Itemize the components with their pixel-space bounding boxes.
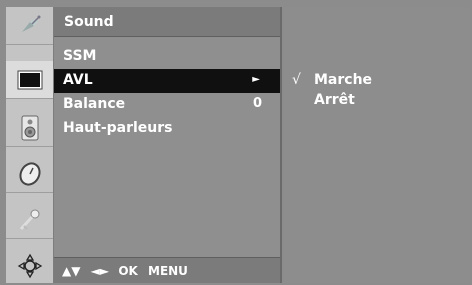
menu-item-balance[interactable]: Balance 0 xyxy=(54,93,280,117)
time-menu-icon-cell[interactable] xyxy=(6,155,53,193)
menu-item-avl[interactable]: AVL ► xyxy=(54,69,280,93)
option-label: Arrêt xyxy=(314,92,355,108)
menu-item-label: AVL xyxy=(63,72,93,88)
sound-menu-icon-cell[interactable] xyxy=(6,109,53,147)
station-menu-icon-cell[interactable] xyxy=(6,7,53,45)
navigation-hint-bar: ▲▼ ◄► OK MENU xyxy=(54,257,280,283)
up-down-arrows-icon: ▲▼ xyxy=(62,264,81,278)
menu-item-haut-parleurs[interactable]: Haut-parleurs xyxy=(54,117,280,141)
special-menu-icon-cell[interactable] xyxy=(6,201,53,239)
left-right-arrows-icon: ◄► xyxy=(90,264,110,278)
option-marche[interactable]: √ Marche xyxy=(284,72,470,92)
submenu-arrow-icon: ► xyxy=(252,74,260,85)
check-mark-icon: √ xyxy=(292,72,301,88)
avl-options-panel: √ Marche Arrêt xyxy=(284,7,470,283)
menu-icon-bar xyxy=(6,7,54,283)
menu-item-ssm[interactable]: SSM xyxy=(54,45,280,69)
screen-setup-icon-cell[interactable] xyxy=(6,247,53,285)
sound-menu-panel: Sound SSM AVL ► Balance 0 Haut-parleurs … xyxy=(54,7,282,283)
option-label: Marche xyxy=(314,72,373,88)
satellite-icon xyxy=(21,15,40,32)
option-arret[interactable]: Arrêt xyxy=(284,92,470,112)
menu-title: Sound xyxy=(54,7,280,37)
menu-item-label: Haut-parleurs xyxy=(63,120,173,136)
menu-hint: MENU xyxy=(148,264,188,278)
screen-icon xyxy=(17,70,42,89)
balance-value: 0 xyxy=(252,96,262,111)
menu-item-label: Balance xyxy=(63,96,126,112)
clock-icon xyxy=(18,161,41,186)
ok-hint: OK xyxy=(118,264,138,278)
speaker-icon xyxy=(21,115,38,140)
tv-osd-screen: Sound SSM AVL ► Balance 0 Haut-parleurs … xyxy=(0,0,472,285)
joystick-icon xyxy=(17,253,42,279)
picture-menu-icon-cell[interactable] xyxy=(6,61,53,99)
key-icon xyxy=(19,209,39,230)
menu-item-label: SSM xyxy=(63,48,97,64)
